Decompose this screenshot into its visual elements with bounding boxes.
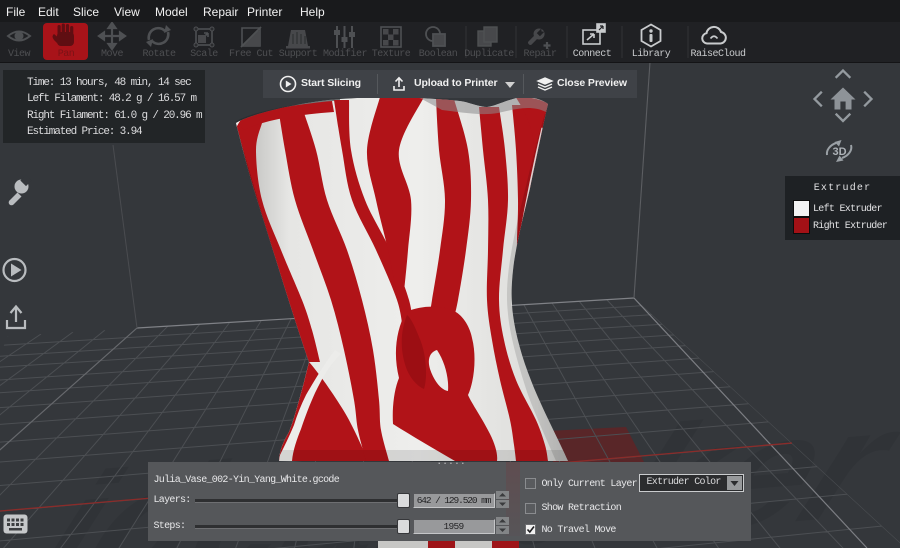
- svg-text:3D: 3D: [833, 146, 847, 158]
